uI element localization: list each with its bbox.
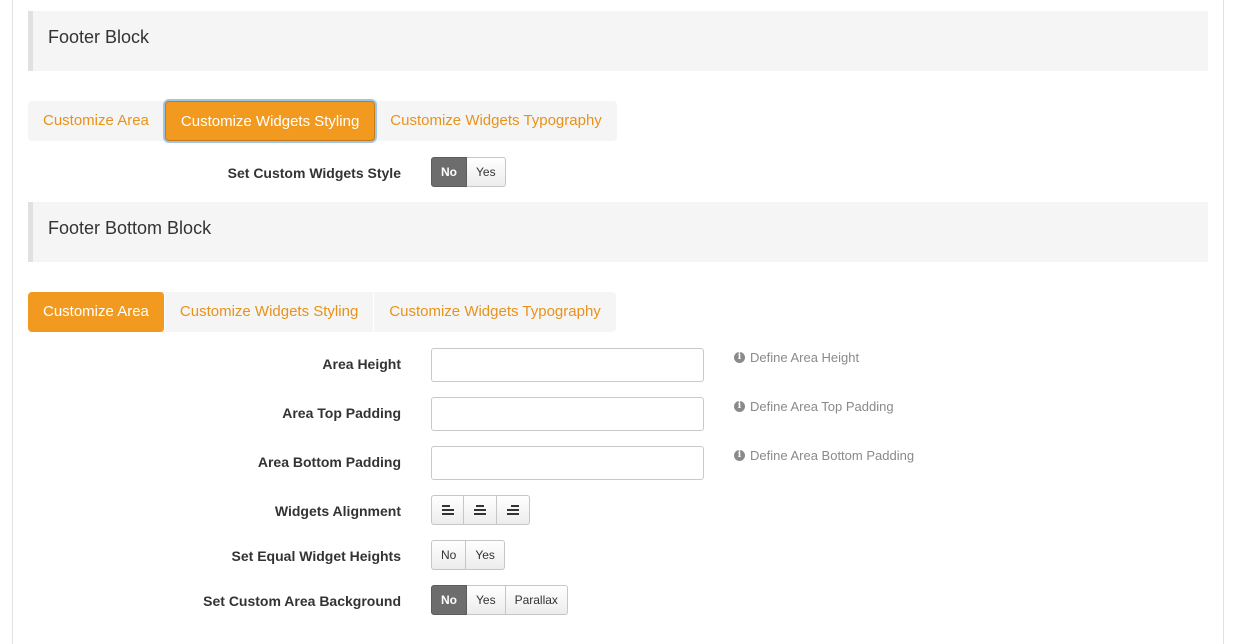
tab-customize-widgets-styling[interactable]: Customize Widgets Styling: [164, 101, 376, 141]
tab-customize-widgets-styling[interactable]: Customize Widgets Styling: [165, 292, 375, 332]
widgets-alignment-label: Widgets Alignment: [274, 503, 401, 519]
area-bottom-padding-hint: i Define Area Bottom Padding: [734, 448, 914, 463]
set-custom-area-background-label: Set Custom Area Background: [203, 593, 401, 609]
align-left-button[interactable]: [431, 495, 464, 525]
align-center-button[interactable]: [464, 495, 497, 525]
yes-button[interactable]: Yes: [467, 585, 506, 615]
tab-customize-widgets-typography[interactable]: Customize Widgets Typography: [375, 101, 617, 141]
info-icon: i: [734, 450, 745, 461]
align-right-icon: [507, 505, 519, 515]
area-height-row: Area Height i Define Area Height: [28, 348, 1208, 382]
footer-bottom-block-header: Footer Bottom Block: [28, 202, 1208, 262]
area-top-padding-input[interactable]: [431, 397, 704, 431]
set-custom-widgets-style-toggle: No Yes: [431, 157, 506, 187]
area-height-hint-text: Define Area Height: [750, 350, 860, 365]
tab-customize-area[interactable]: Customize Area: [28, 101, 165, 141]
tab-customize-widgets-typography[interactable]: Customize Widgets Typography: [374, 292, 616, 332]
parallax-button[interactable]: Parallax: [505, 585, 568, 615]
yes-button[interactable]: Yes: [467, 157, 506, 187]
widgets-alignment-toggle: [431, 495, 530, 525]
set-equal-widget-heights-toggle: No Yes: [431, 540, 505, 570]
area-height-label: Area Height: [322, 356, 401, 372]
set-custom-widgets-style-row: Set Custom Widgets Style No Yes: [28, 157, 1208, 191]
align-right-button[interactable]: [497, 495, 530, 525]
area-top-padding-label: Area Top Padding: [282, 405, 401, 421]
footer-bottom-block-tabs: Customize Area Customize Widgets Styling…: [28, 292, 616, 332]
footer-block-tabs: Customize Area Customize Widgets Styling…: [28, 101, 617, 141]
no-button[interactable]: No: [431, 540, 467, 570]
set-equal-widget-heights-row: Set Equal Widget Heights No Yes: [28, 540, 1208, 574]
area-bottom-padding-label: Area Bottom Padding: [257, 454, 401, 470]
no-button[interactable]: No: [431, 157, 467, 187]
info-icon: i: [734, 352, 745, 363]
set-custom-widgets-style-label: Set Custom Widgets Style: [227, 165, 401, 181]
area-height-hint: i Define Area Height: [734, 350, 859, 365]
footer-bottom-block-title: Footer Bottom Block: [48, 218, 212, 238]
align-center-icon: [474, 505, 486, 515]
info-icon: i: [734, 401, 745, 412]
no-button[interactable]: No: [431, 585, 467, 615]
align-left-icon: [441, 505, 454, 515]
set-equal-widget-heights-label: Set Equal Widget Heights: [231, 548, 401, 564]
footer-block-title: Footer Block: [48, 27, 150, 47]
area-top-padding-hint-text: Define Area Top Padding: [750, 399, 894, 414]
tab-customize-area[interactable]: Customize Area: [28, 292, 165, 332]
area-top-padding-hint: i Define Area Top Padding: [734, 399, 894, 414]
area-top-padding-row: Area Top Padding i Define Area Top Paddi…: [28, 397, 1208, 431]
yes-button[interactable]: Yes: [466, 540, 505, 570]
footer-block-header: Footer Block: [28, 11, 1208, 71]
set-custom-area-background-row: Set Custom Area Background No Yes Parall…: [28, 585, 1208, 619]
area-bottom-padding-input[interactable]: [431, 446, 704, 480]
set-custom-area-background-toggle: No Yes Parallax: [431, 585, 568, 615]
widgets-alignment-row: Widgets Alignment: [28, 495, 1208, 529]
area-height-input[interactable]: [431, 348, 704, 382]
area-bottom-padding-row: Area Bottom Padding i Define Area Bottom…: [28, 446, 1208, 480]
area-bottom-padding-hint-text: Define Area Bottom Padding: [750, 448, 915, 463]
